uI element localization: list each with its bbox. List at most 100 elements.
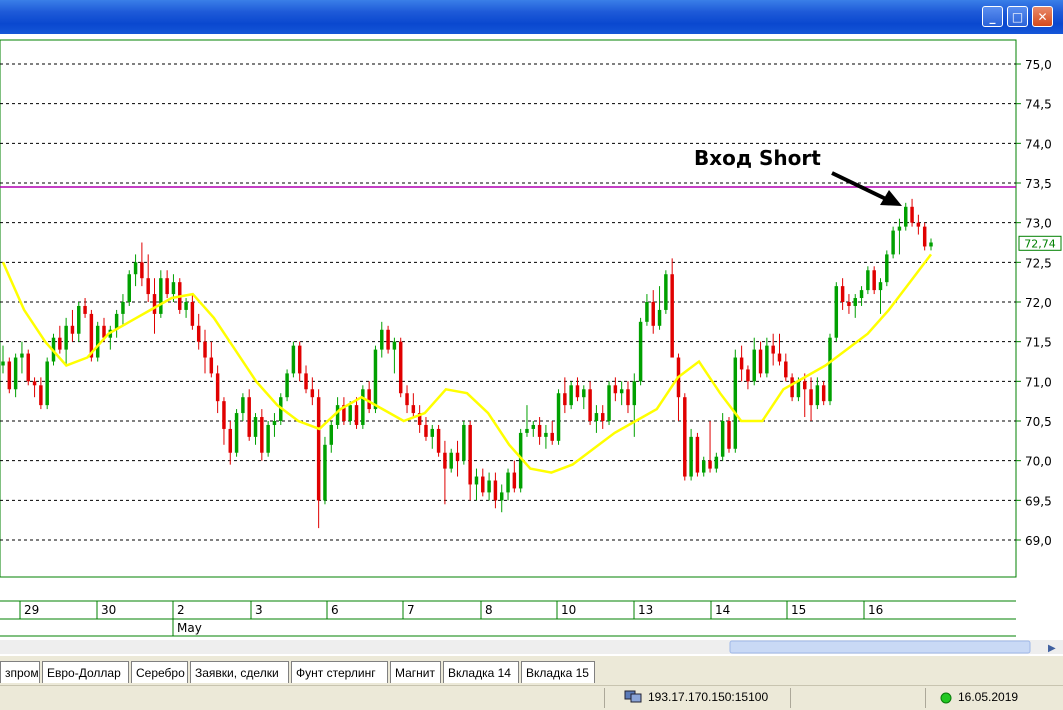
status-bar: 193.17.170.150:15100 16.05.2019	[0, 685, 1063, 710]
candle-body	[133, 262, 138, 275]
candle-body	[474, 476, 479, 485]
window-titlebar: _ □ ✕	[0, 0, 1063, 34]
maximize-button[interactable]: □	[1007, 6, 1028, 27]
candle-body	[563, 393, 567, 406]
candle-body	[664, 274, 668, 310]
candle-body	[499, 492, 504, 501]
x-tick-label: 15	[791, 603, 806, 617]
candle-body	[600, 413, 605, 421]
tab-gazprom[interactable]: зпром	[0, 661, 40, 683]
candle-body	[683, 397, 687, 477]
candle-body	[165, 278, 169, 295]
y-tick-label: 71,5	[1025, 336, 1052, 350]
y-tick-label: 73,5	[1025, 177, 1052, 191]
candle-body	[613, 385, 618, 394]
y-tick-label: 74,0	[1025, 137, 1052, 151]
candle-body	[834, 286, 839, 338]
candle-body	[714, 456, 719, 469]
connection-status-icon	[940, 688, 954, 707]
candle-body	[493, 480, 498, 501]
chart-window: 75,0 74,5 74,0 73,5 73,0 72,5 72,0 71,5 71,0 70,5…	[0, 34, 1063, 656]
candle-body	[329, 424, 334, 445]
candle-body	[632, 381, 637, 406]
y-tick-label: 71,0	[1025, 375, 1052, 389]
candle-body	[569, 385, 573, 406]
y-tick-label: 74,5	[1025, 98, 1052, 112]
candle-body	[64, 325, 68, 350]
candle-body	[411, 405, 416, 414]
candle-body	[582, 389, 586, 398]
candle-body	[815, 385, 820, 406]
y-tick-label: 72,5	[1025, 256, 1052, 270]
y-tick-label: 69,0	[1025, 534, 1052, 548]
candle-body	[424, 424, 428, 437]
candle-body	[58, 337, 62, 350]
candle-body	[234, 413, 239, 453]
candle-body	[26, 353, 30, 382]
candle-body	[588, 389, 592, 421]
tab-eur-usd[interactable]: Евро-Доллар	[42, 661, 129, 683]
status-date: 16.05.2019	[958, 690, 1019, 704]
candle-body	[531, 424, 536, 429]
candle-body	[241, 397, 245, 414]
candle-body	[266, 424, 270, 453]
x-tick-label: 13	[638, 603, 653, 617]
tab-orders[interactable]: Заявки, сделки	[190, 661, 289, 683]
tab-15[interactable]: Вкладка 15	[521, 661, 595, 683]
candle-body	[594, 413, 599, 421]
candle-body	[575, 385, 580, 398]
candle-body	[859, 290, 864, 299]
candle-body	[468, 424, 472, 485]
scrollbar-thumb[interactable]	[729, 640, 1031, 654]
candle-body	[708, 460, 712, 469]
candle-body	[39, 385, 43, 406]
candle-body	[525, 428, 529, 433]
candle-body	[897, 226, 902, 231]
candle-body	[739, 357, 744, 370]
y-tick-label: 70,0	[1025, 455, 1052, 469]
last-price-label: 72,74	[1024, 237, 1056, 250]
candle-body	[436, 428, 441, 453]
price-chart[interactable]: 75,0 74,5 74,0 73,5 73,0 72,5 72,0 71,5 71,0 70,5…	[0, 34, 1063, 656]
candle-body	[70, 325, 75, 334]
candle-body	[777, 353, 782, 362]
candle-body	[304, 373, 308, 390]
candle-body	[13, 357, 18, 390]
candle-body	[556, 393, 561, 441]
candle-body	[803, 381, 807, 390]
y-tick-label: 72,0	[1025, 296, 1052, 310]
candle-body	[847, 302, 851, 306]
candle-body	[462, 424, 466, 461]
candle-body	[127, 274, 131, 302]
candle-body	[746, 369, 750, 382]
x-tick-label: 8	[485, 603, 493, 617]
candle-body	[689, 436, 693, 477]
candle-body	[506, 472, 510, 493]
candle-body	[367, 389, 371, 410]
scroll-right-icon[interactable]: ▶	[1048, 643, 1056, 654]
candle-body	[45, 361, 49, 406]
x-tick-label: 6	[331, 603, 339, 617]
close-button[interactable]: ✕	[1032, 6, 1053, 27]
candle-body	[645, 302, 649, 322]
network-icon	[624, 688, 644, 707]
tab-magnit[interactable]: Магнит	[390, 661, 441, 683]
candle-body	[323, 444, 327, 501]
tab-14[interactable]: Вкладка 14	[443, 661, 519, 683]
candle-body	[171, 282, 176, 295]
candle-body	[695, 436, 700, 473]
candle-body	[619, 389, 624, 394]
candle-body	[310, 389, 315, 398]
candle-body	[1, 361, 5, 366]
minimize-button[interactable]: _	[982, 6, 1003, 27]
candle-body	[354, 405, 359, 425]
server-address: 193.17.170.150:15100	[648, 690, 769, 704]
tab-silver[interactable]: Серебро	[131, 661, 188, 683]
candle-body	[638, 321, 643, 382]
tab-pound[interactable]: Фунт стерлинг	[291, 661, 388, 683]
candle-body	[373, 349, 378, 410]
candle-body	[904, 206, 908, 227]
candle-body	[7, 361, 12, 390]
candle-body	[184, 302, 188, 310]
candle-body	[449, 452, 453, 469]
